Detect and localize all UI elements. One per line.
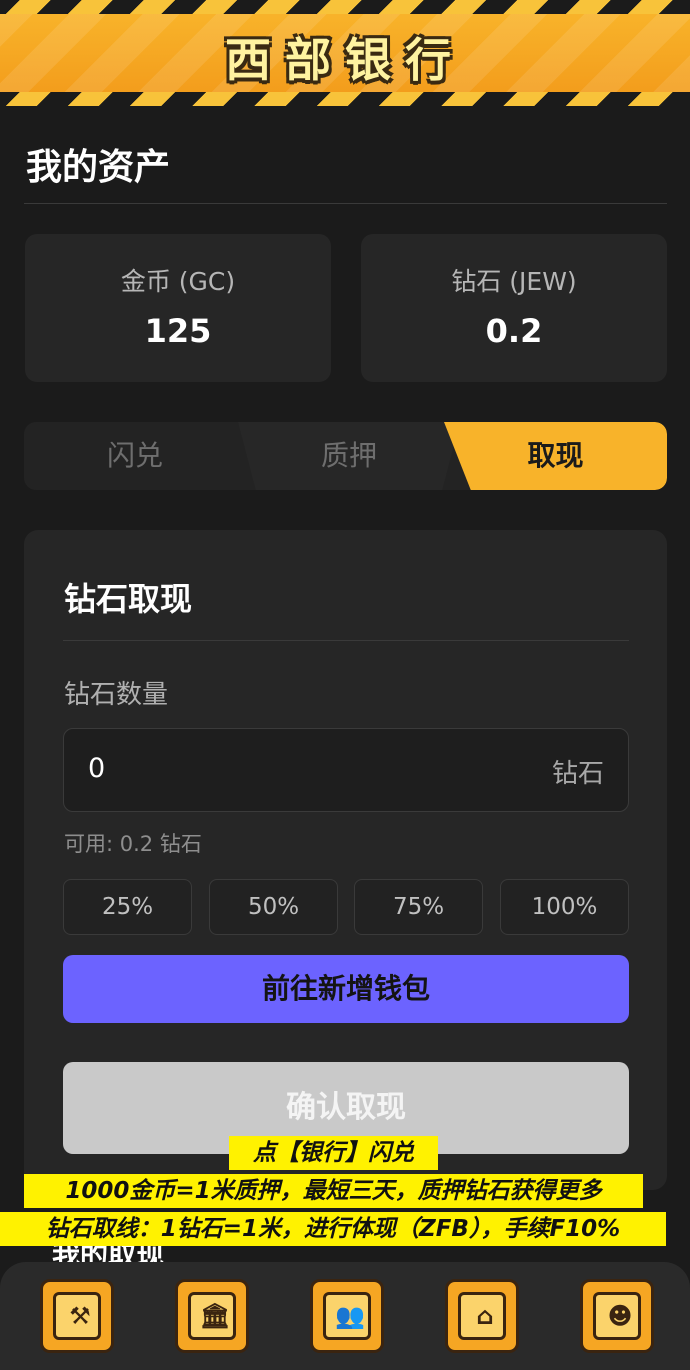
amount-label: 钻石数量 — [64, 680, 169, 710]
bank-tabs: 闪兑 质押 取现 — [24, 422, 667, 490]
diamond-balance-card: 钻石 (JEW) 0.2 — [361, 234, 667, 382]
caption-line-1: 点【银行】闪兑 — [229, 1136, 438, 1170]
diamond-label: 钻石 (JEW) — [451, 267, 577, 296]
nav-item-team[interactable]: 👥 团队 — [310, 1279, 384, 1370]
nav-label-trade: 交易 — [445, 1363, 519, 1370]
amount-value[interactable]: 0 — [88, 753, 105, 784]
hazard-stripe-top — [0, 0, 690, 14]
diamond-value: 0.2 — [485, 312, 543, 350]
team-icon: 👥 — [310, 1279, 384, 1353]
tab-withdraw[interactable]: 取现 — [444, 422, 667, 490]
percent-75-button[interactable]: 75% — [354, 879, 483, 935]
assets-title: 我的资产 — [26, 147, 171, 188]
tab-exchange[interactable]: 闪兑 — [24, 422, 246, 490]
percent-50-button[interactable]: 50% — [209, 879, 338, 935]
diamond-amount-input[interactable]: 0 钻石 — [63, 728, 629, 812]
header-banner: 西部银行 — [0, 0, 690, 106]
gold-label: 金币 (GC) — [120, 267, 236, 296]
nav-item-bank[interactable]: 🏛 银行 — [175, 1279, 249, 1370]
percent-25-button[interactable]: 25% — [63, 879, 192, 935]
trade-icon: ⌂ — [445, 1279, 519, 1353]
page-title: 西部银行 — [225, 33, 465, 87]
gold-balance-card: 金币 (GC) 125 — [25, 234, 331, 382]
nav-label-team: 团队 — [310, 1363, 384, 1370]
amount-unit: 钻石 — [551, 759, 604, 789]
hazard-stripe-bottom — [0, 92, 690, 106]
caption-line-2: 1000金币=1米质押，最短三天，质押钻石获得更多 — [24, 1174, 643, 1208]
profile-icon: ☻ — [580, 1279, 654, 1353]
assets-divider — [24, 203, 667, 204]
caption-line-3: 钻石取线：1钻石=1米，进行体现（ZFB），手续F10% — [0, 1212, 666, 1246]
gold-value: 125 — [144, 312, 212, 350]
nav-label-profile: 我的 — [580, 1363, 654, 1370]
nav-label-work: 工作 — [40, 1363, 114, 1370]
nav-item-profile[interactable]: ☻ 我的 — [580, 1279, 654, 1370]
work-icon: ⚒ — [40, 1279, 114, 1353]
nav-label-bank: 银行 — [175, 1363, 249, 1370]
bottom-nav: ⚒ 工作 🏛 银行 👥 团队 ⌂ 交易 ☻ 我的 — [0, 1262, 690, 1370]
withdraw-title: 钻石取现 — [64, 580, 193, 618]
add-wallet-button[interactable]: 前往新增钱包 — [63, 955, 629, 1023]
tab-staking[interactable]: 质押 — [238, 422, 460, 490]
percent-100-button[interactable]: 100% — [500, 879, 629, 935]
bank-icon: 🏛 — [175, 1279, 249, 1353]
available-balance: 可用: 0.2 钻石 — [64, 832, 202, 856]
nav-item-trade[interactable]: ⌂ 交易 — [445, 1279, 519, 1370]
nav-item-work[interactable]: ⚒ 工作 — [40, 1279, 114, 1370]
withdraw-divider — [63, 640, 629, 641]
